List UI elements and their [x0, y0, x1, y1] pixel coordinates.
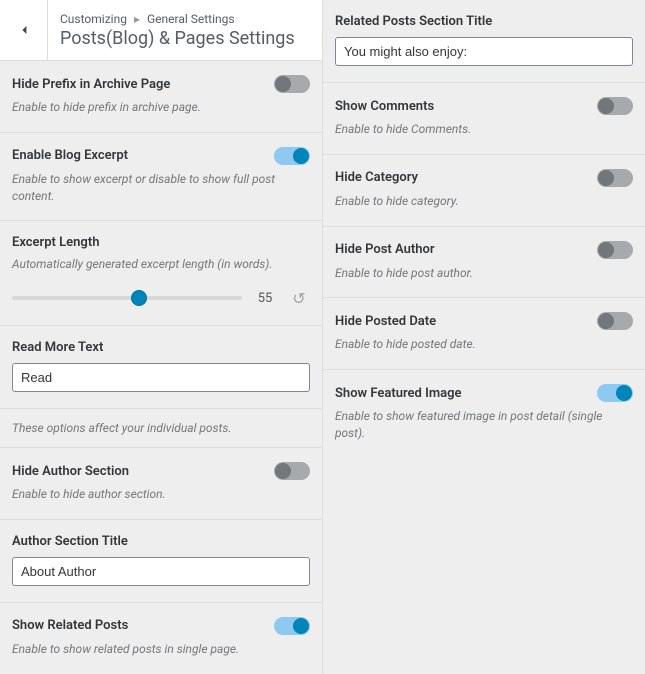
slider-thumb[interactable] — [131, 290, 147, 306]
reset-icon: ↺ — [292, 289, 305, 308]
hide-category-desc: Enable to hide category. — [335, 193, 633, 210]
show-related-posts-label: Show Related Posts — [12, 618, 128, 633]
hide-post-author-desc: Enable to hide post author. — [335, 265, 633, 282]
hide-post-author-toggle[interactable] — [597, 241, 633, 259]
hide-posted-date-toggle[interactable] — [597, 312, 633, 330]
read-more-input[interactable] — [12, 363, 310, 392]
show-featured-image-toggle[interactable] — [597, 384, 633, 402]
excerpt-length-reset-button[interactable]: ↺ — [288, 287, 310, 309]
excerpt-length-desc: Automatically generated excerpt length (… — [12, 256, 310, 273]
hide-post-author-label: Hide Post Author — [335, 242, 435, 257]
hide-prefix-toggle[interactable] — [274, 75, 310, 93]
read-more-label: Read More Text — [12, 340, 310, 355]
related-posts-title-input[interactable] — [335, 37, 633, 66]
hide-author-section-toggle[interactable] — [274, 462, 310, 480]
hide-category-toggle[interactable] — [597, 169, 633, 187]
excerpt-length-slider[interactable] — [12, 296, 242, 300]
author-section-title-label: Author Section Title — [12, 534, 310, 549]
show-comments-label: Show Comments — [335, 99, 434, 114]
blog-excerpt-label: Enable Blog Excerpt — [12, 148, 128, 163]
hide-posted-date-desc: Enable to hide posted date. — [335, 336, 633, 353]
hide-category-label: Hide Category — [335, 170, 418, 185]
show-comments-desc: Enable to hide Comments. — [335, 121, 633, 138]
blog-excerpt-desc: Enable to show excerpt or disable to sho… — [12, 171, 310, 205]
panel-header: Customizing ▸ General Settings Posts(Blo… — [0, 0, 322, 61]
author-section-title-input[interactable] — [12, 557, 310, 586]
show-featured-image-label: Show Featured Image — [335, 386, 462, 401]
chevron-left-icon — [16, 22, 32, 38]
posts-note: These options affect your individual pos… — [0, 409, 322, 448]
hide-posted-date-label: Hide Posted Date — [335, 314, 436, 329]
hide-author-section-label: Hide Author Section — [12, 464, 129, 479]
breadcrumb-separator: ▸ — [134, 12, 140, 26]
show-comments-toggle[interactable] — [597, 97, 633, 115]
show-related-posts-desc: Enable to show related posts in single p… — [12, 641, 310, 658]
page-title: Posts(Blog) & Pages Settings — [60, 28, 295, 49]
related-posts-title-label: Related Posts Section Title — [335, 14, 633, 29]
show-featured-image-desc: Enable to show featured image in post de… — [335, 408, 633, 442]
breadcrumb: Customizing ▸ General Settings — [60, 12, 295, 26]
breadcrumb-parent: General Settings — [147, 12, 235, 26]
excerpt-length-value: 55 — [252, 291, 278, 306]
blog-excerpt-toggle[interactable] — [274, 147, 310, 165]
back-button[interactable] — [0, 0, 48, 60]
hide-prefix-label: Hide Prefix in Archive Page — [12, 77, 170, 92]
hide-prefix-desc: Enable to hide prefix in archive page. — [12, 99, 310, 116]
hide-author-section-desc: Enable to hide author section. — [12, 486, 310, 503]
excerpt-length-label: Excerpt Length — [12, 235, 310, 250]
breadcrumb-root: Customizing — [60, 12, 127, 26]
